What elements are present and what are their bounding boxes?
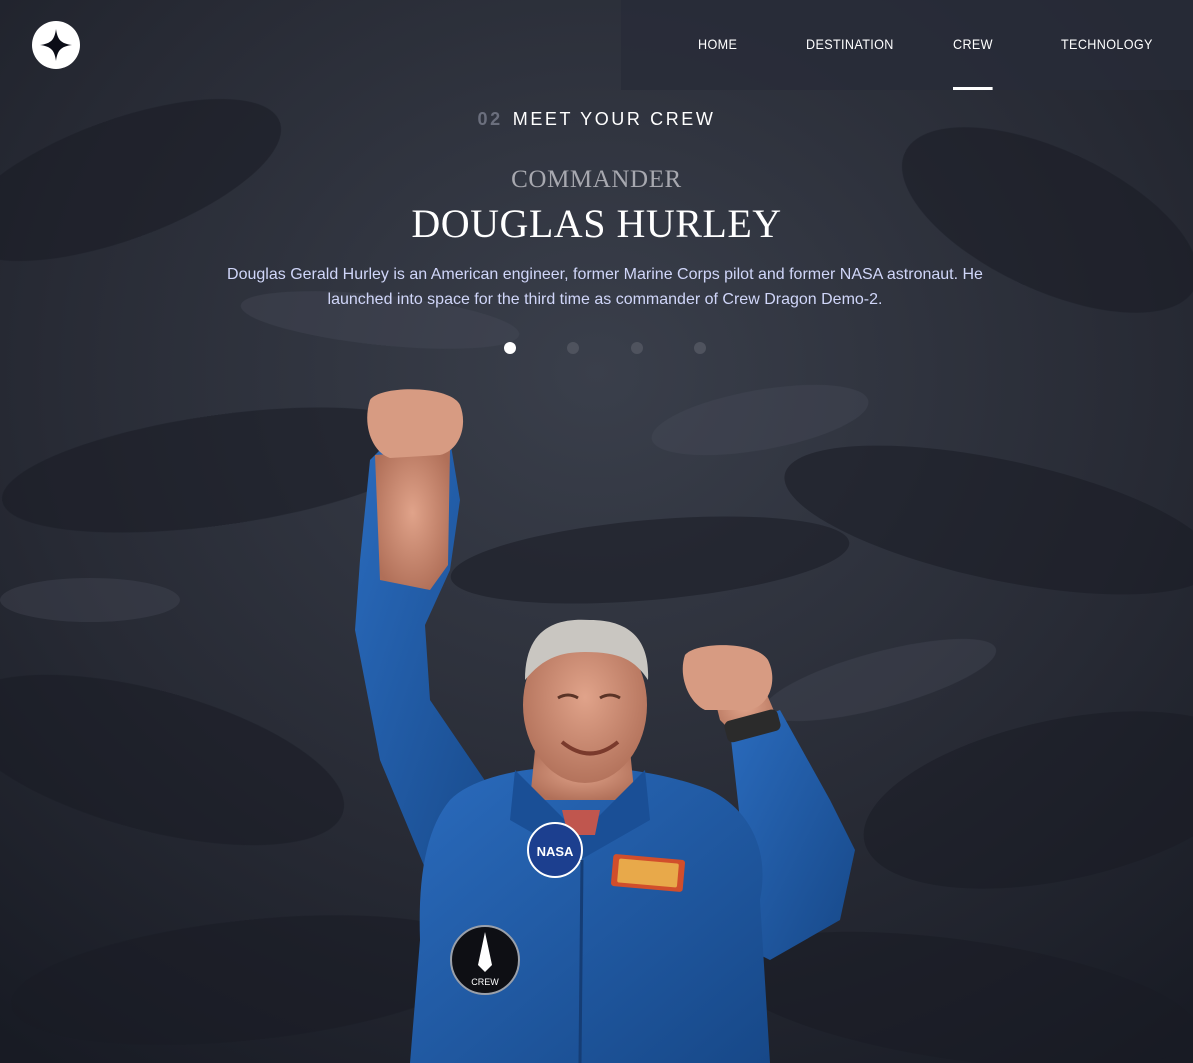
page-number: 02 — [477, 109, 503, 129]
nav-technology[interactable]: TECHNOLOGY — [1061, 36, 1153, 90]
nasa-patch-icon: NASA — [527, 822, 583, 878]
page-heading: 02 MEET YOUR CREW — [0, 109, 1193, 130]
crew-dot-2[interactable] — [567, 342, 579, 354]
nav-destination[interactable]: DESTINATION — [806, 36, 894, 90]
logo-star-icon[interactable] — [32, 21, 80, 69]
crew-dot-3[interactable] — [631, 342, 643, 354]
crew-dot-4[interactable] — [694, 342, 706, 354]
crew-photo: NASA CREW — [355, 389, 855, 1063]
nav-crew[interactable]: CREW — [953, 36, 993, 90]
crew-role: COMMANDER — [511, 166, 682, 193]
crew-name: DOUGLAS HURLEY — [411, 201, 782, 246]
crew-dot-1[interactable] — [504, 342, 516, 354]
page-title: MEET YOUR CREW — [512, 109, 716, 129]
crew-bio: Douglas Gerald Hurley is an American eng… — [227, 266, 983, 308]
crew-patch-label: CREW — [471, 977, 499, 987]
nav-bar: HOME DESTINATION CREW TECHNOLOGY — [621, 0, 1193, 90]
nasa-patch-label: NASA — [537, 844, 574, 859]
crew-patch-icon: CREW — [450, 925, 520, 995]
nav-home[interactable]: HOME — [698, 36, 737, 90]
